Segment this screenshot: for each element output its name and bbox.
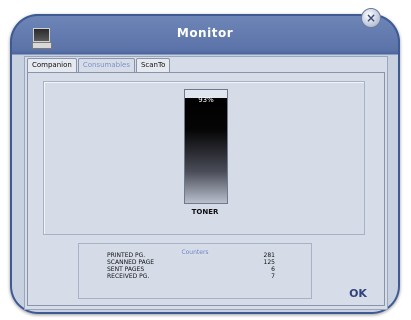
counter-label: PRINTED PG.	[107, 252, 146, 259]
monitor-window: Monitor × Companion Consumables ScanTo 9…	[10, 8, 400, 314]
ok-button[interactable]: OK	[346, 287, 370, 301]
main-panel: Companion Consumables ScanTo 93% TONER C…	[24, 56, 388, 310]
counters-group: Counters PRINTED PG. 281 SCANNED PAGE 12…	[78, 243, 312, 299]
toner-level-fill	[185, 97, 227, 203]
tab-bar: Companion Consumables ScanTo	[27, 58, 171, 72]
toner-panel: 93% TONER	[43, 81, 365, 235]
counter-value: 281	[263, 252, 275, 259]
counter-label: SENT PAGES	[107, 266, 145, 273]
close-button[interactable]: ×	[361, 8, 381, 28]
counter-row: RECEIVED PG. 7	[107, 273, 275, 281]
counter-label: RECEIVED PG.	[107, 273, 150, 280]
window-title: Monitor	[176, 26, 234, 40]
toner-percent: 93%	[198, 96, 214, 104]
counter-value: 6	[271, 266, 275, 273]
counter-label: SCANNED PAGE	[107, 259, 155, 266]
toner-label: TONER	[191, 208, 219, 216]
title-bar[interactable]: Monitor	[10, 14, 400, 54]
counter-value: 125	[263, 259, 275, 266]
toner-gauge: 93%	[184, 89, 228, 204]
consumables-content: 93% TONER Counters PRINTED PG. 281 SCANN…	[27, 72, 385, 306]
tab-consumables[interactable]: Consumables	[77, 58, 135, 72]
tab-companion[interactable]: Companion	[27, 58, 77, 72]
tab-scanto[interactable]: ScanTo	[135, 58, 171, 72]
counter-value: 7	[271, 273, 275, 280]
